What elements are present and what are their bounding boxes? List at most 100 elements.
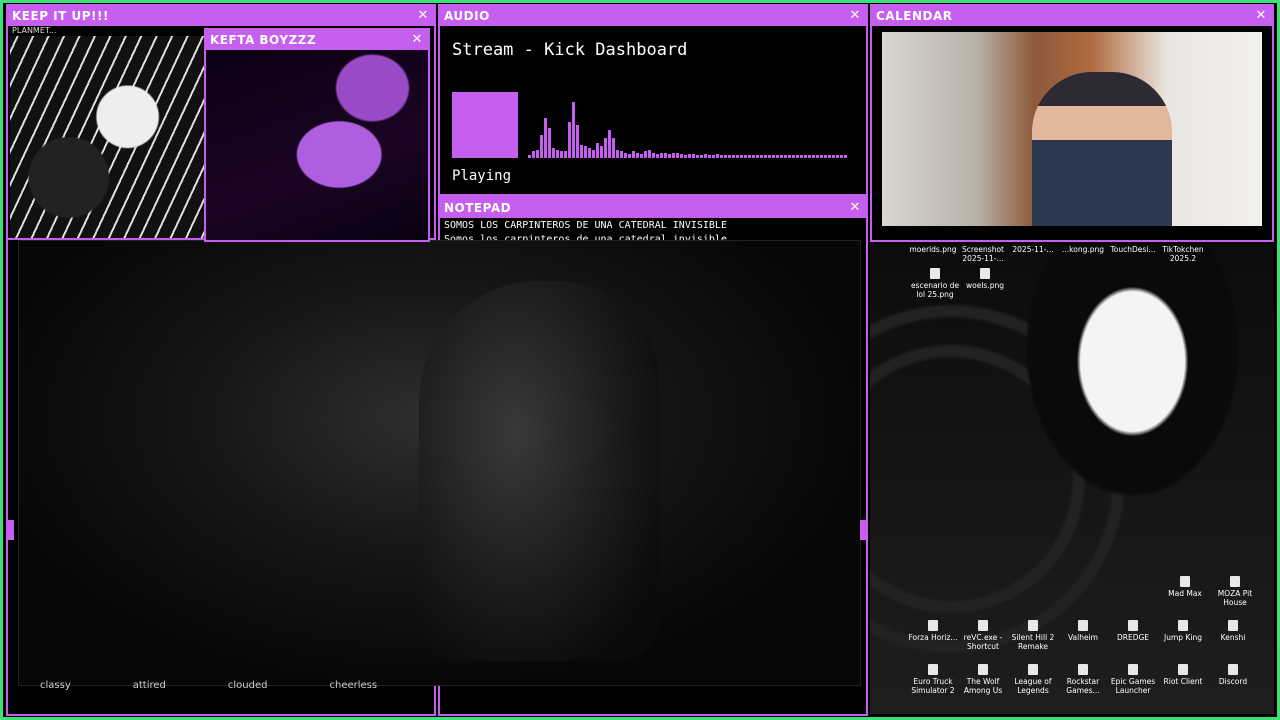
visualizer-bar xyxy=(828,155,831,158)
close-icon[interactable]: ✕ xyxy=(848,201,862,215)
visualizer-bar xyxy=(732,155,735,158)
kefta-boyzzz-titlebar[interactable]: KEFTA BOYZZZ ✕ xyxy=(206,30,428,50)
album-art xyxy=(452,92,518,158)
kefta-boyzzz-panel: KEFTA BOYZZZ ✕ xyxy=(204,28,430,242)
desktop-icon[interactable]: The Wolf Among Us xyxy=(958,664,1008,695)
side-handle[interactable] xyxy=(860,520,866,540)
close-icon[interactable]: ✕ xyxy=(1254,9,1268,23)
file-icon xyxy=(1078,664,1088,675)
desktop-icon[interactable]: Mad Max xyxy=(1160,576,1210,598)
video-words: classy attired clouded cheerless xyxy=(40,680,377,691)
visualizer-bar xyxy=(692,154,695,158)
visualizer-bar xyxy=(748,155,751,158)
visualizer-bar xyxy=(780,155,783,158)
kefta-boyzzz-title: KEFTA BOYZZZ xyxy=(210,33,317,47)
desktop-icon-label: Discord xyxy=(1218,677,1248,686)
close-icon[interactable]: ✕ xyxy=(410,33,424,47)
desktop-icon-label: TikTokchen 2025.2 xyxy=(1162,245,1204,263)
visualizer-bar xyxy=(816,155,819,158)
desktop-icon[interactable]: Valheim xyxy=(1058,620,1108,642)
desktop-icon-label: escenario de lol 25.png xyxy=(910,281,960,299)
desktop-icon-label: MOZA Pit House xyxy=(1217,589,1253,607)
visualizer-bar xyxy=(556,150,559,158)
visualizer-bar xyxy=(612,138,615,158)
file-icon xyxy=(1228,620,1238,631)
desktop-icon[interactable]: Jump King xyxy=(1158,620,1208,642)
desktop-icon[interactable]: 2025-11-... xyxy=(1008,244,1058,254)
visualizer-bar xyxy=(792,155,795,158)
visualizer-bar xyxy=(560,151,563,158)
video-word: clouded xyxy=(227,680,268,691)
desktop-icon[interactable]: escenario de lol 25.png xyxy=(910,268,960,299)
visualizer-bar xyxy=(740,155,743,158)
file-icon xyxy=(928,620,938,631)
file-icon xyxy=(1178,620,1188,631)
visualizer-bar xyxy=(736,155,739,158)
notepad-titlebar[interactable]: NOTEPAD ✕ xyxy=(440,198,866,218)
visualizer-bar xyxy=(676,153,679,158)
calendar-titlebar[interactable]: CALENDAR ✕ xyxy=(872,6,1272,26)
desktop-icon[interactable]: Kenshi xyxy=(1208,620,1258,642)
desktop-icon-label: DREDGE xyxy=(1116,633,1150,642)
visualizer-bar xyxy=(704,154,707,158)
desktop-icon[interactable]: Discord xyxy=(1208,664,1258,686)
desktop-icon-label: Mad Max xyxy=(1168,589,1202,598)
side-handle[interactable] xyxy=(8,520,14,540)
notepad-title: NOTEPAD xyxy=(444,201,512,215)
visualizer-bar xyxy=(536,150,539,158)
file-icon xyxy=(980,268,990,279)
desktop-background: moerids.png Screenshot 2025-11-... 2025-11… xyxy=(870,244,1274,714)
desktop-icon-label: Riot Client xyxy=(1163,677,1203,686)
audio-titlebar[interactable]: AUDIO ✕ xyxy=(440,6,866,26)
file-icon xyxy=(1028,664,1038,675)
desktop-icon[interactable]: Riot Client xyxy=(1158,664,1208,686)
desktop-icon-label: TouchDesi... xyxy=(1110,245,1156,254)
video-word: attired xyxy=(132,680,166,691)
close-icon[interactable]: ✕ xyxy=(416,9,430,23)
visualizer-bar xyxy=(648,150,651,158)
desktop-icon-label: League of Legends xyxy=(1014,677,1052,695)
desktop-icon[interactable]: reVC.exe - Shortcut xyxy=(958,620,1008,651)
desktop-icon[interactable]: TouchDesi... xyxy=(1108,244,1158,254)
file-icon xyxy=(1228,664,1238,675)
desktop-icon[interactable]: moerids.png xyxy=(908,244,958,254)
desktop-icon[interactable]: woels.png xyxy=(960,268,1010,290)
video-figure xyxy=(419,281,659,661)
visualizer-bar xyxy=(752,155,755,158)
notepad-line[interactable]: SOMOS LOS CARPINTEROS DE UNA CATEDRAL IN… xyxy=(444,220,727,231)
desktop-icon-label: Rockstar Games... xyxy=(1066,677,1100,695)
visualizer-bar xyxy=(824,155,827,158)
visualizer-bar xyxy=(624,153,627,158)
desktop-icon[interactable]: Screenshot 2025-11-... xyxy=(958,244,1008,263)
file-icon xyxy=(978,620,988,631)
desktop-icon[interactable]: League of Legends xyxy=(1008,664,1058,695)
desktop-icon[interactable]: Epic Games Launcher xyxy=(1108,664,1158,695)
desktop-icon[interactable]: Silent Hill 2 Remake xyxy=(1008,620,1058,651)
desktop-icon-label: reVC.exe - Shortcut xyxy=(963,633,1003,651)
streamer-silhouette xyxy=(1032,72,1172,226)
keep-it-up-titlebar[interactable]: KEEP IT UP!!! ✕ xyxy=(8,6,434,26)
desktop-icon-label: ...kong.png xyxy=(1062,245,1104,254)
desktop-icon[interactable]: ...kong.png xyxy=(1058,244,1108,254)
close-icon[interactable]: ✕ xyxy=(848,9,862,23)
visualizer-bar xyxy=(760,155,763,158)
keep-it-up-title: KEEP IT UP!!! xyxy=(12,9,109,23)
visualizer-bar xyxy=(812,155,815,158)
visualizer-bar xyxy=(772,155,775,158)
desktop-icon[interactable]: Rockstar Games... xyxy=(1058,664,1108,695)
visualizer-bar xyxy=(720,155,723,158)
visualizer-bar xyxy=(696,155,699,158)
audio-title: AUDIO xyxy=(444,9,490,23)
visualizer-bar xyxy=(708,155,711,158)
audio-visualizer xyxy=(528,92,856,158)
desktop-icon[interactable]: MOZA Pit House xyxy=(1210,576,1260,607)
desktop-icon[interactable]: Euro Truck Simulator 2 xyxy=(908,664,958,695)
desktop-icon[interactable]: TikTokchen 2025.2 xyxy=(1158,244,1208,263)
desktop-icon[interactable]: DREDGE xyxy=(1108,620,1158,642)
desktop-icon[interactable]: Forza Horiz... xyxy=(908,620,958,642)
desktop-icon-label: woels.png xyxy=(966,281,1004,290)
visualizer-bar xyxy=(568,122,571,158)
manga-artwork-image xyxy=(10,36,206,238)
visualizer-bar xyxy=(768,155,771,158)
visualizer-bar xyxy=(588,148,591,158)
